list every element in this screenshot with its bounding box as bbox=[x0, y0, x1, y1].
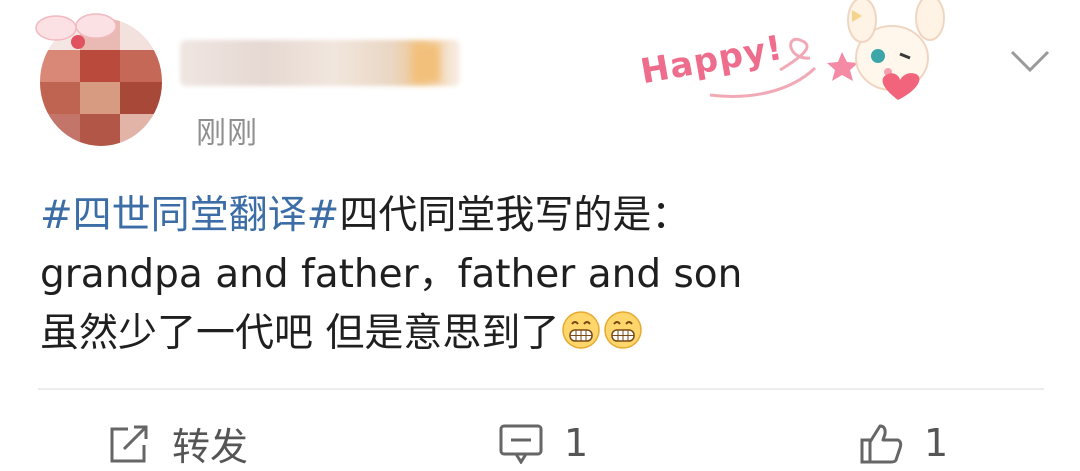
weibo-post-card: 刚刚 Happy! #四世同堂翻译#四代同堂我写的是： grandpa and … bbox=[0, 0, 1080, 469]
like-button[interactable]: 1 bbox=[858, 418, 948, 468]
post-timestamp: 刚刚 bbox=[196, 116, 258, 151]
hashtag-link[interactable]: #四世同堂翻译# bbox=[40, 193, 339, 238]
post-content: #四世同堂翻译#四代同堂我写的是： grandpa and father，fat… bbox=[40, 186, 1040, 363]
divider bbox=[38, 388, 1044, 390]
grinning-face-icon bbox=[604, 311, 643, 349]
happy-bunny-sticker: Happy! bbox=[630, 0, 960, 110]
comment-icon bbox=[499, 424, 543, 464]
thumbs-up-icon bbox=[860, 424, 903, 464]
post-line-2: grandpa and father，father and son bbox=[40, 252, 743, 297]
post-line-1: #四世同堂翻译#四代同堂我写的是： bbox=[40, 186, 1040, 245]
post-text: 虽然少了一代吧 但是意思到了 bbox=[40, 311, 560, 356]
grinning-face-icon bbox=[562, 311, 601, 349]
chevron-down-icon[interactable] bbox=[1008, 44, 1052, 76]
like-count: 1 bbox=[924, 421, 949, 465]
bunny-heart-icon bbox=[709, 0, 945, 100]
post-line-3: 虽然少了一代吧 但是意思到了 bbox=[40, 304, 1040, 363]
username-redacted[interactable] bbox=[180, 40, 460, 86]
repost-icon bbox=[110, 425, 148, 463]
repost-label: 转发 bbox=[172, 424, 249, 469]
comment-count: 1 bbox=[564, 421, 589, 465]
post-text: 四代同堂我写的是： bbox=[339, 193, 691, 238]
avatar-bunny-ears-decoration bbox=[35, 13, 117, 49]
comment-button[interactable]: 1 bbox=[498, 418, 588, 468]
repost-button[interactable]: 转发 bbox=[108, 418, 249, 469]
